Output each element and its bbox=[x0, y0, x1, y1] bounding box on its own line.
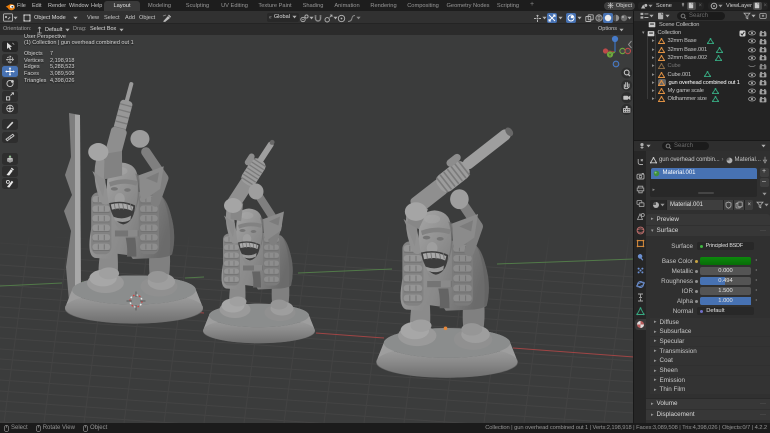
svg-text:Y: Y bbox=[608, 52, 611, 57]
